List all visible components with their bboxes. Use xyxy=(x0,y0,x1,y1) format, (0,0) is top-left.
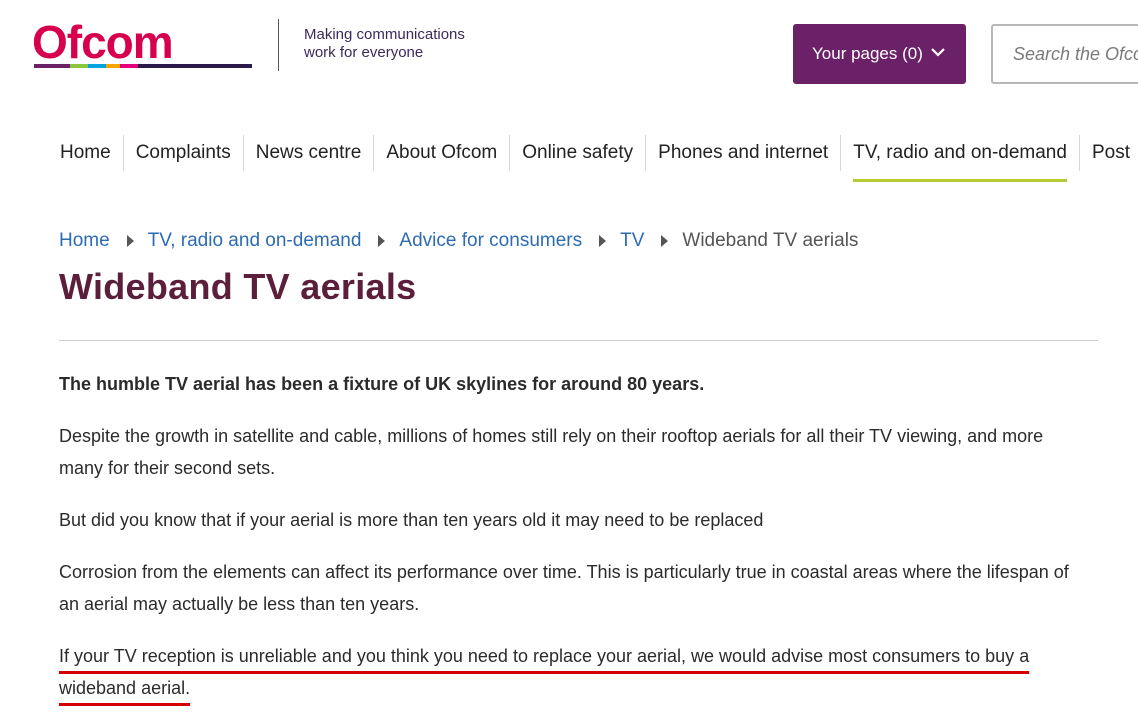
breadcrumb-current: Wideband TV aerials xyxy=(682,230,859,251)
highlighted-text: If your TV reception is unreliable and y… xyxy=(59,646,1030,698)
logo-wordmark: Ofcom xyxy=(32,20,173,68)
chevron-down-icon xyxy=(931,48,945,57)
paragraph: Corrosion from the elements can affect i… xyxy=(59,562,1069,614)
header-divider xyxy=(278,19,279,71)
search-box[interactable] xyxy=(991,24,1138,84)
main-nav: Home Complaints News centre About Ofcom … xyxy=(48,135,1138,185)
breadcrumb-advice-for-consumers[interactable]: Advice for consumers xyxy=(399,230,582,252)
nav-item-tv-radio-on-demand[interactable]: TV, radio and on-demand xyxy=(841,135,1080,182)
article-body: The humble TV aerial has been a fixture … xyxy=(59,368,1069,717)
your-pages-label: Your pages (0) xyxy=(812,44,923,63)
tagline-line1: Making communications xyxy=(304,26,465,43)
nav-item-post[interactable]: Post xyxy=(1080,135,1138,171)
highlighted-paragraph: If your TV reception is unreliable and y… xyxy=(59,640,1069,704)
breadcrumb-tv[interactable]: TV xyxy=(620,230,644,252)
nav-item-about-ofcom[interactable]: About Ofcom xyxy=(374,135,511,171)
breadcrumb: Home TV, radio and on-demand Advice for … xyxy=(59,230,858,252)
search-input[interactable] xyxy=(993,26,1138,82)
nav-item-news-centre[interactable]: News centre xyxy=(244,135,375,171)
divider xyxy=(59,340,1098,341)
lead-paragraph: The humble TV aerial has been a fixture … xyxy=(59,374,705,394)
your-pages-button[interactable]: Your pages (0) xyxy=(793,24,966,84)
breadcrumb-tv-radio-on-demand[interactable]: TV, radio and on-demand xyxy=(148,230,362,252)
breadcrumb-arrow-icon xyxy=(661,235,669,247)
paragraph: Despite the growth in satellite and cabl… xyxy=(59,426,1044,478)
tagline-line2: work for everyone xyxy=(304,44,424,61)
breadcrumb-arrow-icon xyxy=(126,235,134,247)
nav-item-complaints[interactable]: Complaints xyxy=(124,135,244,171)
breadcrumb-arrow-icon xyxy=(599,235,607,247)
paragraph: But did you know that if your aerial is … xyxy=(59,510,764,530)
page-title: Wideband TV aerials xyxy=(59,266,417,307)
nav-item-phones-and-internet[interactable]: Phones and internet xyxy=(646,135,842,171)
ofcom-logo[interactable]: Ofcom xyxy=(32,20,254,70)
tagline: Making communications work for everyone xyxy=(304,26,504,62)
nav-item-home[interactable]: Home xyxy=(48,135,124,171)
breadcrumb-home[interactable]: Home xyxy=(59,230,110,252)
nav-item-online-safety[interactable]: Online safety xyxy=(510,135,647,171)
breadcrumb-arrow-icon xyxy=(378,235,386,247)
